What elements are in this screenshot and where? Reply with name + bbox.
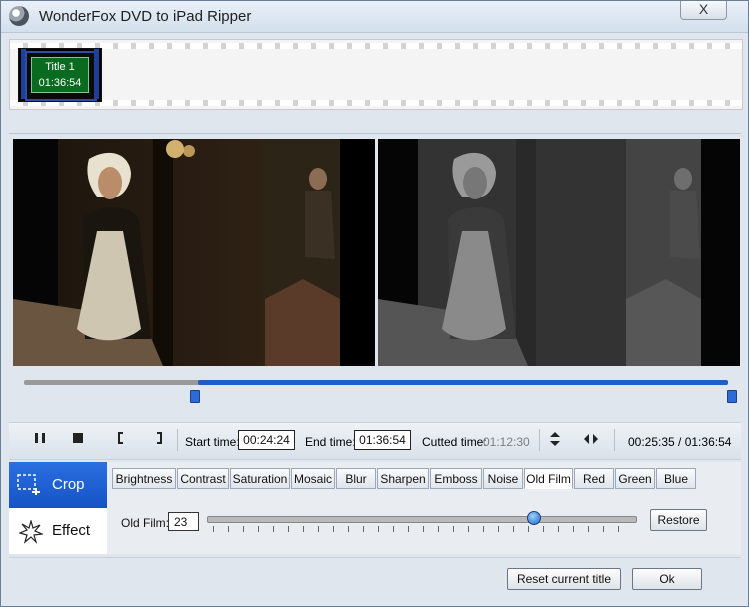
end-time-input[interactable]: 01:36:54 bbox=[354, 430, 411, 450]
reset-current-title-button[interactable]: Reset current title bbox=[507, 568, 621, 590]
original-video-frame bbox=[13, 139, 375, 366]
mode-tabs: Crop Effect bbox=[9, 462, 107, 554]
vertical-flip-button[interactable] bbox=[546, 431, 564, 452]
tab-blue[interactable]: Blue bbox=[656, 468, 696, 489]
tab-brightness[interactable]: Brightness bbox=[112, 468, 176, 489]
playback-position: 00:25:35 / 01:36:54 bbox=[628, 435, 732, 449]
tab-blur[interactable]: Blur bbox=[336, 468, 376, 489]
selected-range bbox=[198, 380, 728, 385]
tab-red[interactable]: Red bbox=[574, 468, 614, 489]
separator bbox=[614, 429, 615, 451]
tab-green[interactable]: Green bbox=[615, 468, 655, 489]
separator bbox=[539, 429, 540, 451]
tab-mosaic[interactable]: Mosaic bbox=[291, 468, 335, 489]
start-time-label: Start time: bbox=[185, 435, 240, 449]
ok-button[interactable]: Ok bbox=[632, 568, 702, 590]
old-film-value-input[interactable]: 23 bbox=[168, 512, 199, 531]
end-time-label: End time: bbox=[305, 435, 356, 449]
tab-noise[interactable]: Noise bbox=[483, 468, 523, 489]
flip-horizontal-icon bbox=[584, 434, 598, 444]
stop-icon bbox=[73, 433, 83, 443]
effect-burst-icon bbox=[19, 520, 43, 544]
app-window: WonderFox DVD to iPad Ripper X Title 1 0… bbox=[0, 0, 749, 607]
title-selection-frame: Title 1 01:36:54 bbox=[25, 51, 97, 101]
crop-icon bbox=[17, 474, 40, 495]
old-film-slider-thumb[interactable] bbox=[527, 511, 541, 525]
bracket-open-icon bbox=[118, 432, 123, 444]
tab-contrast[interactable]: Contrast bbox=[177, 468, 229, 489]
dvd-app-icon bbox=[9, 6, 29, 26]
crop-tab[interactable]: Crop bbox=[9, 462, 107, 508]
footer: Reset current title Ok bbox=[9, 557, 741, 602]
playback-controls: Start time: 00:24:24 End time: 01:36:54 … bbox=[9, 422, 741, 460]
stop-button[interactable] bbox=[69, 431, 87, 450]
separator bbox=[177, 429, 178, 451]
window-title: WonderFox DVD to iPad Ripper bbox=[39, 8, 252, 25]
pause-icon bbox=[35, 433, 45, 443]
close-button[interactable]: X bbox=[680, 1, 727, 20]
tab-saturation[interactable]: Saturation bbox=[230, 468, 290, 489]
title-thumbnail[interactable]: Title 1 01:36:54 bbox=[18, 48, 102, 102]
tab-emboss[interactable]: Emboss bbox=[430, 468, 482, 489]
thumbnail-right-frame bbox=[94, 49, 99, 99]
flip-vertical-icon bbox=[550, 432, 560, 446]
mark-out-button[interactable] bbox=[150, 431, 168, 450]
restore-button[interactable]: Restore bbox=[650, 509, 707, 531]
horizontal-flip-button[interactable] bbox=[582, 431, 600, 452]
title-name: Title 1 bbox=[45, 61, 75, 73]
title-duration: 01:36:54 bbox=[38, 77, 82, 89]
title-bar[interactable]: WonderFox DVD to iPad Ripper X bbox=[1, 1, 748, 33]
effect-preview bbox=[378, 139, 740, 366]
tab-old-film[interactable]: Old Film bbox=[524, 468, 573, 489]
old-film-slider-track[interactable] bbox=[207, 516, 637, 523]
bracket-close-icon bbox=[157, 432, 162, 444]
pause-button[interactable] bbox=[31, 431, 49, 450]
effect-tab-label: Effect bbox=[52, 522, 91, 539]
end-marker[interactable] bbox=[727, 390, 737, 403]
divider bbox=[9, 133, 741, 134]
crop-tab-label: Crop bbox=[52, 476, 85, 493]
cutted-time-label: Cutted time: bbox=[422, 435, 487, 449]
cutted-time-value: 01:12:30 bbox=[483, 435, 530, 449]
old-film-label: Old Film: bbox=[121, 516, 169, 530]
effect-panel: Brightness Contrast Saturation Mosaic Bl… bbox=[107, 462, 741, 554]
slider-ticks bbox=[213, 526, 633, 532]
effect-tab[interactable]: Effect bbox=[9, 508, 107, 554]
start-marker[interactable] bbox=[190, 390, 200, 403]
effect-video-frame bbox=[378, 139, 740, 366]
start-time-input[interactable]: 00:24:24 bbox=[238, 430, 295, 450]
title-cell: Title 1 01:36:54 bbox=[31, 57, 89, 93]
title-strip: Title 1 01:36:54 bbox=[9, 39, 743, 110]
tab-sharpen[interactable]: Sharpen bbox=[377, 468, 429, 489]
original-preview bbox=[13, 139, 375, 366]
mark-in-button[interactable] bbox=[112, 431, 130, 450]
film-perforation-top bbox=[10, 43, 742, 49]
film-perforation-bottom bbox=[10, 100, 742, 106]
